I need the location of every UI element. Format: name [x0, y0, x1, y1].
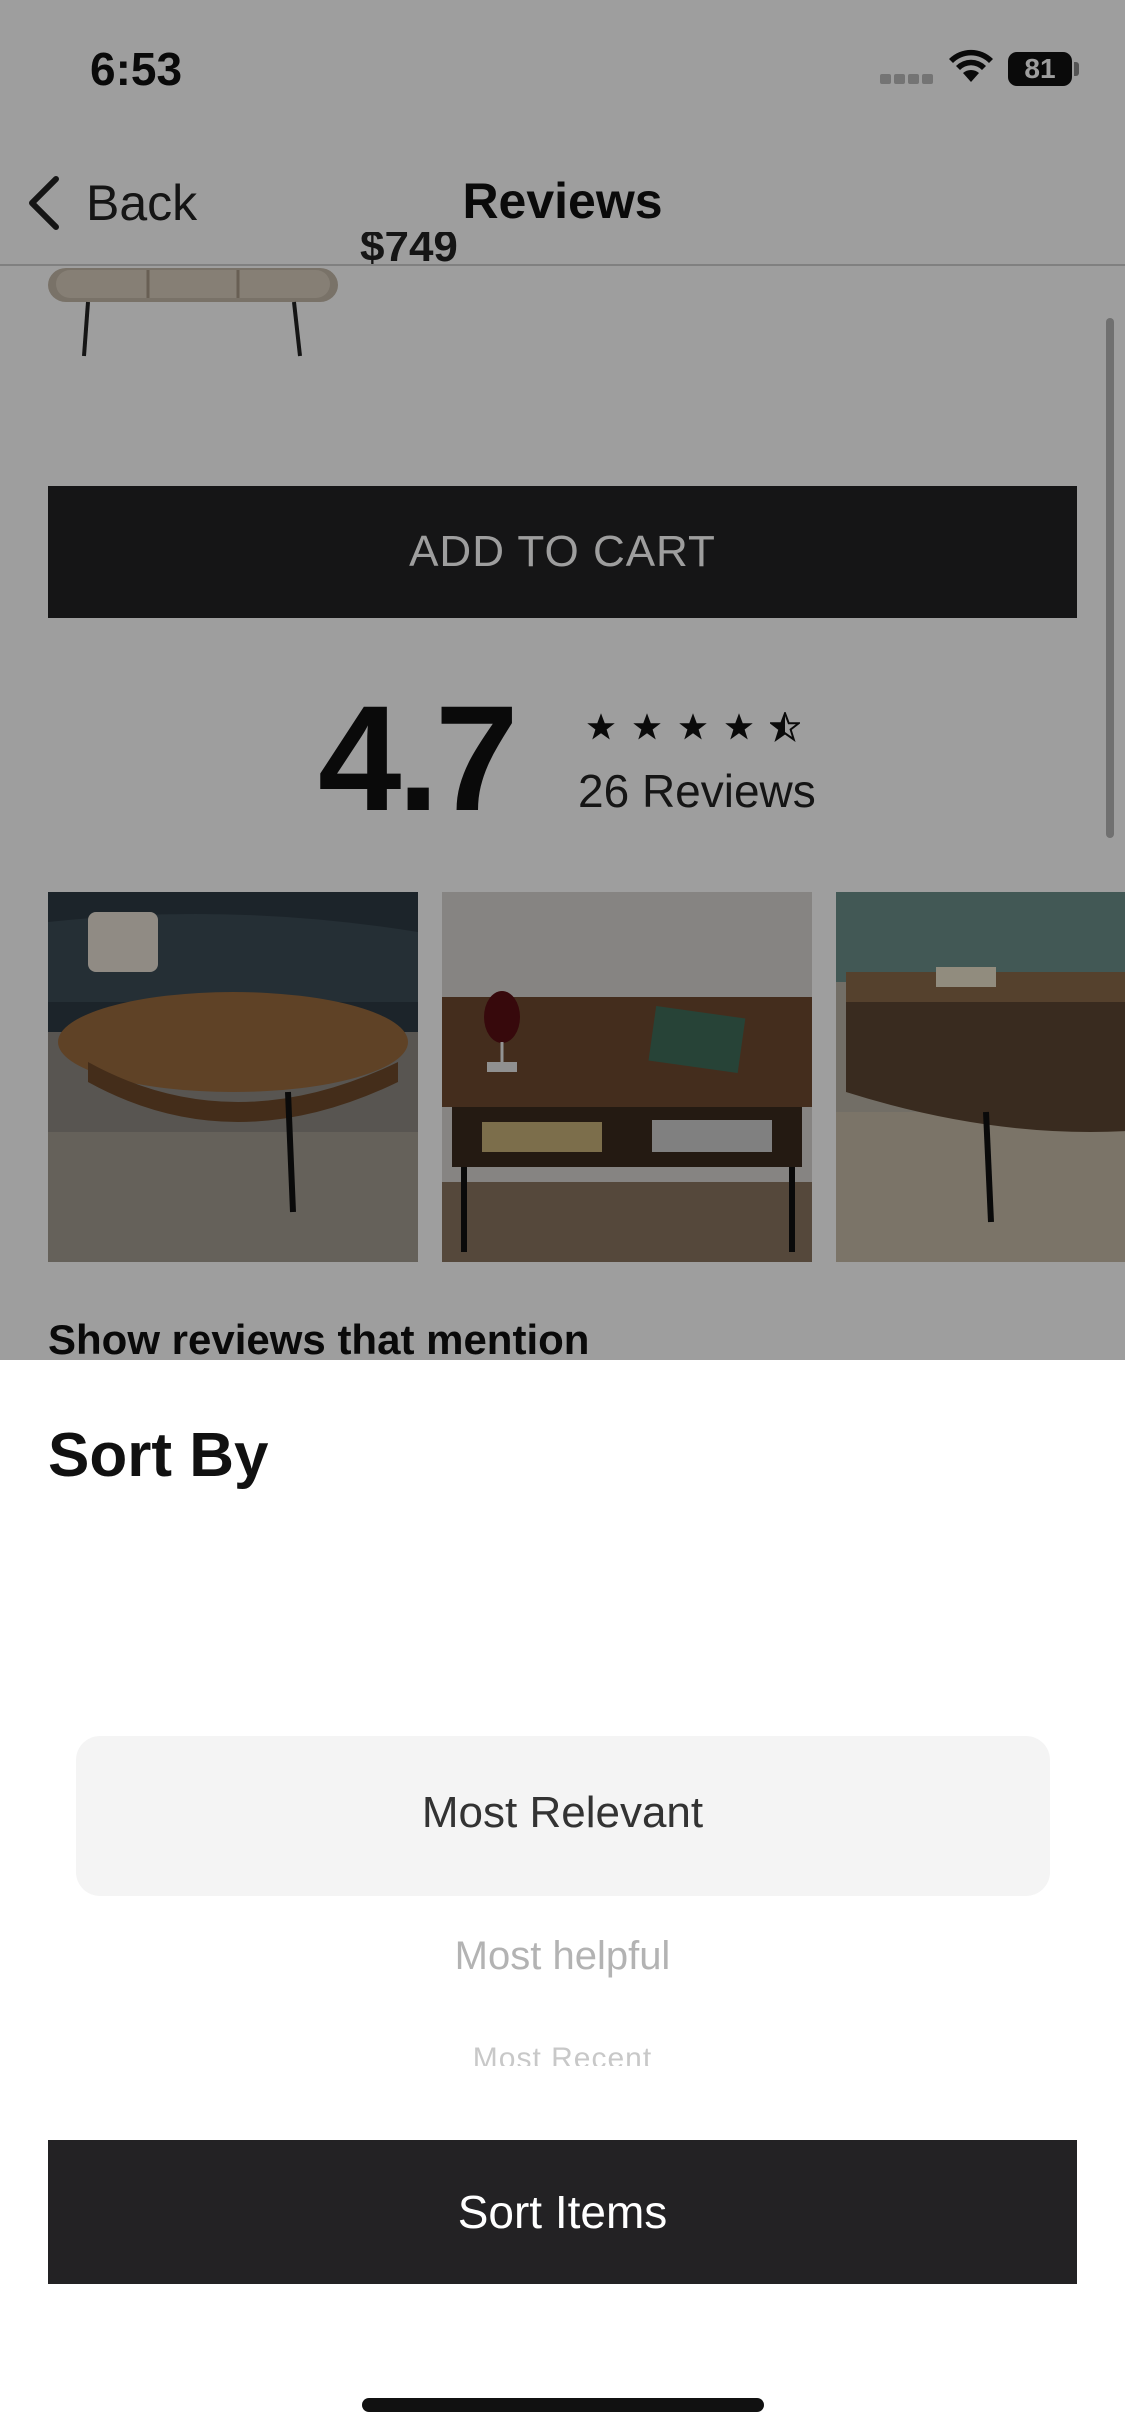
home-indicator[interactable] [362, 2398, 764, 2412]
sort-option-most-recent[interactable]: Most Recent [0, 2044, 1125, 2066]
sheet-title: Sort By [48, 1421, 269, 1490]
sort-option-most-helpful[interactable]: Most helpful [0, 1934, 1125, 1979]
modal-overlay[interactable] [0, 0, 1125, 1360]
sort-option-most-relevant[interactable]: Most Relevant [0, 1788, 1125, 1838]
sort-bottom-sheet: Sort By Most Relevant Most helpful Most … [0, 1360, 1125, 2436]
sort-items-button[interactable]: Sort Items [48, 2140, 1077, 2284]
